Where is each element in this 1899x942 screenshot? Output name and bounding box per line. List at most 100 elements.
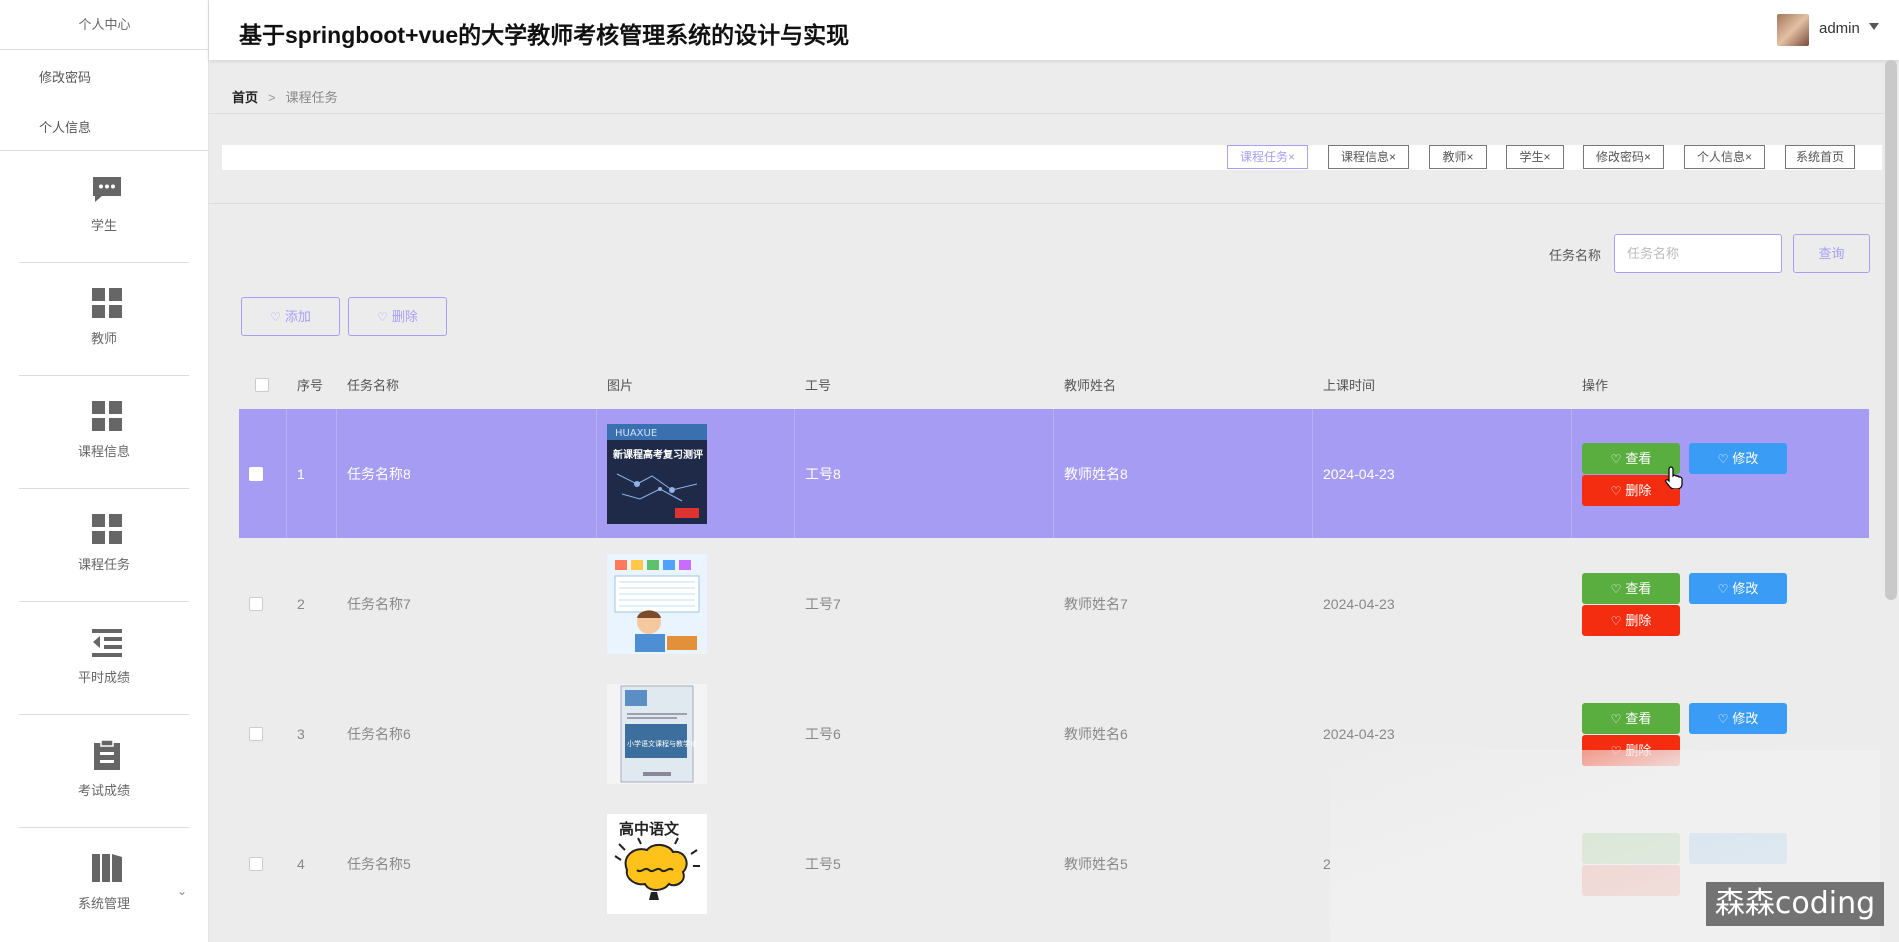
cell-actions: ♡查看 ♡修改 ♡删除	[1572, 539, 1869, 668]
breadcrumb-separator: >	[268, 90, 276, 105]
close-icon[interactable]: ×	[1389, 150, 1396, 164]
close-icon[interactable]: ×	[1288, 150, 1295, 164]
image-text: HUAXUE	[615, 428, 657, 439]
cell-class-time: 2024-04-23	[1313, 409, 1572, 538]
delete-button[interactable]: ♡删除	[1582, 605, 1680, 636]
column-header: 工号	[795, 361, 1054, 408]
scrollbar[interactable]	[1885, 60, 1897, 600]
delete-button-label: 删除	[391, 309, 418, 324]
task-image[interactable]	[607, 553, 707, 654]
task-image[interactable]: 小学语文课程与教学论	[607, 683, 707, 784]
column-header: 序号	[287, 361, 337, 408]
table-row[interactable]: 1 任务名称8 HUAXUE 新课程高考复习测评 工号8 教师姓名8 2024-…	[239, 409, 1869, 539]
tag-label: 修改密码	[1595, 150, 1644, 164]
tag-label: 课程信息	[1340, 150, 1389, 164]
tag-change-password[interactable]: 修改密码×	[1583, 145, 1664, 169]
sidebar-item-change-password[interactable]: 修改密码	[39, 67, 91, 86]
close-icon[interactable]: ×	[1544, 150, 1551, 164]
hand-cursor-icon	[1665, 466, 1683, 489]
table-header-row: 序号 任务名称 图片 工号 教师姓名 上课时间 操作	[239, 361, 1869, 409]
row-checkbox[interactable]	[249, 466, 263, 481]
breadcrumb-home[interactable]: 首页	[232, 90, 258, 105]
sidebar-item-course-info[interactable]: 课程信息	[19, 376, 189, 489]
edit-button-label: 修改	[1732, 711, 1759, 726]
header: 基于springboot+vue的大学教师考核管理系统的设计与实现 admin	[209, 0, 1899, 60]
book-icon	[92, 854, 122, 882]
page-title: 基于springboot+vue的大学教师考核管理系统的设计与实现	[239, 22, 850, 48]
table-row[interactable]: 2 任务名称7 工号7 教师姓名7 2024-04-23 ♡ 查看 ♡ 修改 ♡ 删除	[239, 539, 1869, 669]
cell-actions: ♡查看 ♡修改 ♡删除	[1572, 409, 1869, 538]
clipboard-icon	[94, 739, 120, 770]
tag-teachers[interactable]: 教师×	[1429, 145, 1487, 169]
tag-label: 课程任务	[1239, 150, 1288, 164]
row-checkbox[interactable]	[249, 726, 263, 741]
caret-down-icon[interactable]	[1869, 23, 1879, 30]
heart-icon: ♡	[1717, 712, 1729, 726]
cell-index: 1	[287, 409, 337, 538]
chat-icon	[93, 177, 121, 202]
edit-button[interactable]: ♡ 修改	[1689, 573, 1787, 604]
sidebar-item-students[interactable]: 学生	[19, 150, 189, 263]
row-checkbox-cell	[239, 799, 287, 928]
tag-system-home[interactable]: 系统首页	[1785, 145, 1855, 169]
tag-label: 学生	[1519, 150, 1544, 164]
divider	[209, 113, 1889, 114]
avatar[interactable]	[1777, 14, 1809, 46]
view-button[interactable]: ♡ 查看	[1582, 573, 1680, 604]
heart-icon: ♡	[1610, 614, 1622, 628]
tag-students[interactable]: 学生×	[1506, 145, 1564, 169]
row-checkbox-cell	[239, 409, 287, 538]
add-button[interactable]: ♡ 添加	[241, 297, 340, 336]
cell-index: 4	[287, 799, 337, 928]
sidebar-item-teachers[interactable]: 教师	[19, 263, 189, 376]
cell-job-number: 工号7	[795, 539, 1054, 668]
view-button-label: 查看	[1625, 451, 1652, 466]
close-icon[interactable]: ×	[1467, 150, 1474, 164]
tag-course-tasks[interactable]: 课程任务×	[1227, 145, 1308, 169]
cell-class-time: 2024-04-23	[1313, 539, 1572, 668]
edit-button[interactable]: ♡ 修改	[1689, 443, 1787, 474]
grid-icon	[92, 514, 122, 544]
row-checkbox-cell	[239, 669, 287, 798]
task-image[interactable]: 高中语文	[607, 813, 707, 914]
delete-button-label: 删除	[1625, 613, 1652, 628]
sidebar-item-system-management[interactable]: 系统管理 ⌄	[19, 828, 189, 941]
select-all-checkbox[interactable]	[255, 377, 269, 392]
cell-teacher-name: 教师姓名8	[1054, 409, 1313, 538]
search-input[interactable]	[1614, 234, 1782, 273]
view-button-label: 查看	[1625, 711, 1652, 726]
task-image[interactable]: HUAXUE 新课程高考复习测评	[607, 423, 707, 524]
cell-task-name: 任务名称7	[337, 539, 597, 668]
sidebar: 个人中心 修改密码 个人信息 学生 教师 课程信息 课程任务 平时成绩 考试成绩…	[0, 0, 209, 942]
edit-button-label: 修改	[1732, 451, 1759, 466]
batch-delete-button[interactable]: ♡ 删除	[348, 297, 447, 336]
sidebar-item-exam-scores[interactable]: 考试成绩	[19, 715, 189, 828]
sidebar-item-label: 系统管理	[77, 896, 130, 911]
sidebar-item-course-tasks[interactable]: 课程任务	[19, 489, 189, 602]
sidebar-personal-center[interactable]: 个人中心	[0, 14, 208, 33]
image-text: 高中语文	[619, 820, 680, 838]
search-label: 任务名称	[1549, 248, 1602, 263]
sidebar-item-regular-scores[interactable]: 平时成绩	[19, 602, 189, 715]
cell-task-name: 任务名称5	[337, 799, 597, 928]
add-button-label: 添加	[284, 309, 311, 324]
row-checkbox[interactable]	[249, 856, 263, 871]
close-icon[interactable]: ×	[1644, 150, 1651, 164]
row-checkbox[interactable]	[249, 596, 263, 611]
close-icon[interactable]: ×	[1745, 150, 1752, 164]
sidebar-item-personal-info[interactable]: 个人信息	[39, 117, 91, 136]
search-button[interactable]: 查询	[1793, 234, 1870, 273]
image-text: 新课程高考复习测评	[613, 448, 703, 461]
view-button[interactable]: ♡ 查看	[1582, 703, 1680, 734]
tag-personal-info[interactable]: 个人信息×	[1684, 145, 1765, 169]
sidebar-item-label: 学生	[90, 218, 117, 233]
cell-image: 小学语文课程与教学论	[597, 669, 795, 798]
edit-button[interactable]: ♡ 修改	[1689, 703, 1787, 734]
heart-icon: ♡	[1717, 452, 1729, 466]
user-name[interactable]: admin	[1819, 20, 1860, 37]
column-header: 教师姓名	[1054, 361, 1313, 408]
cell-index: 3	[287, 669, 337, 798]
delete-button-label: 删除	[1625, 483, 1652, 498]
tag-course-info[interactable]: 课程信息×	[1328, 145, 1409, 169]
grid-icon	[92, 288, 122, 318]
